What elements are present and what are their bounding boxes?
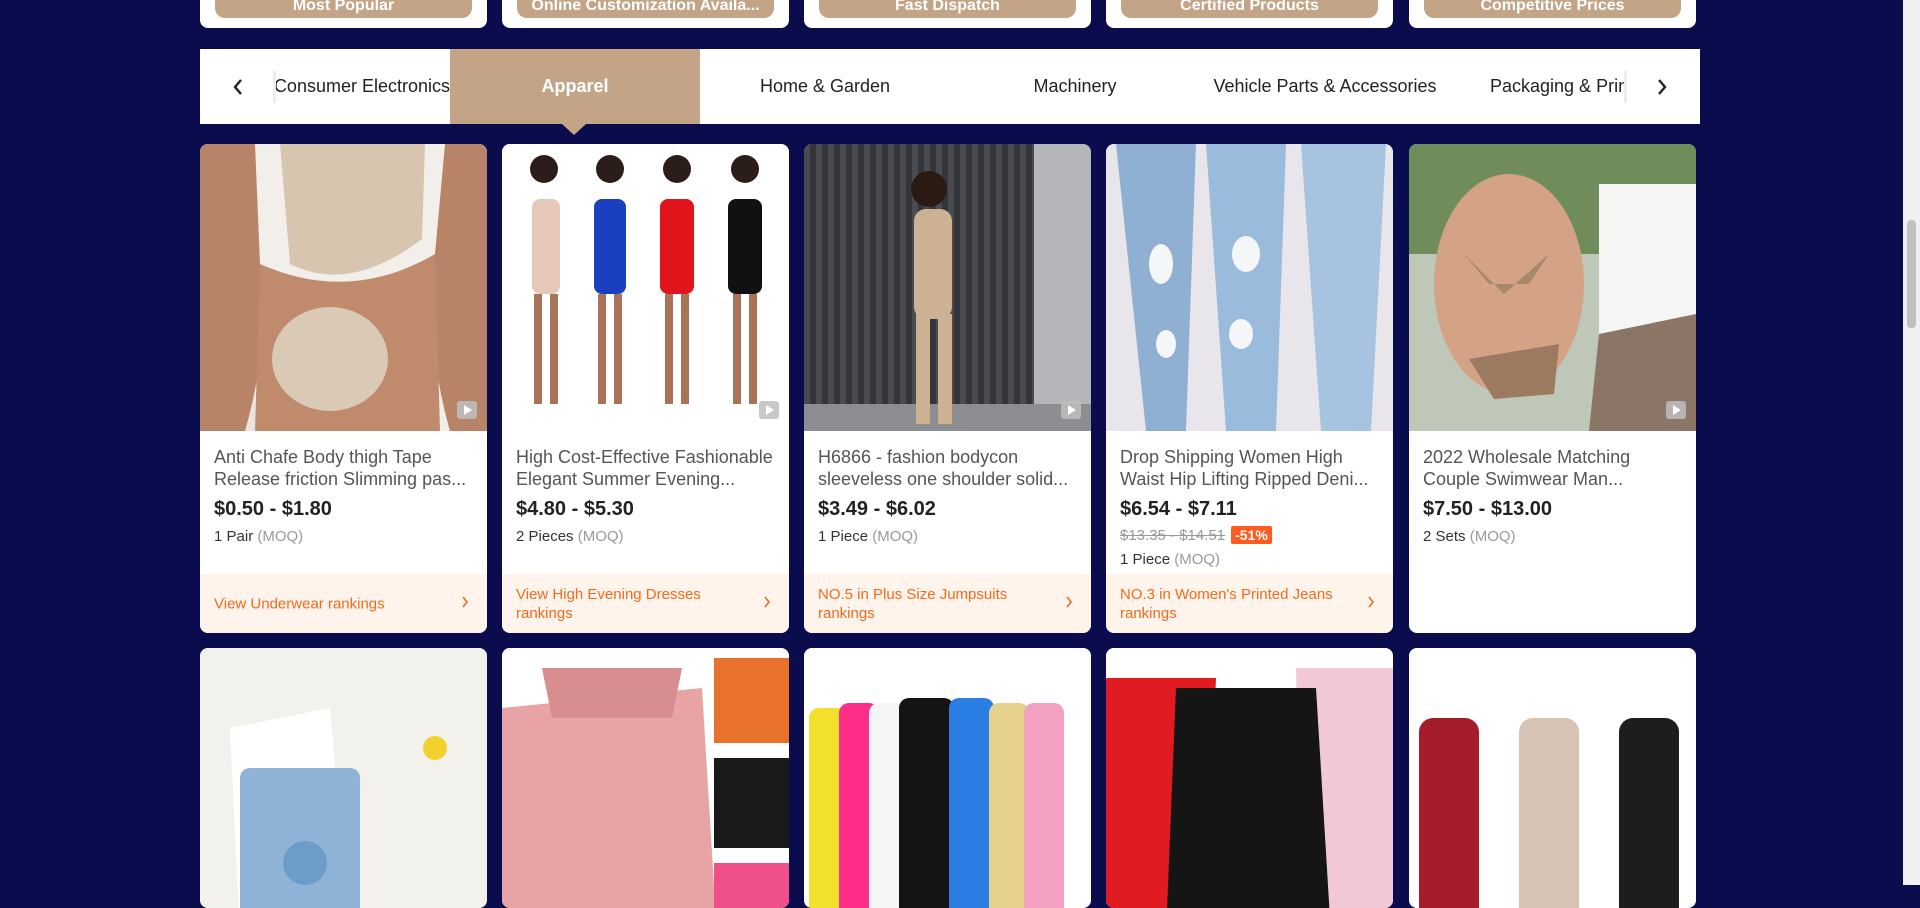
product-price: $4.80 - $5.30 <box>516 498 634 520</box>
product-title[interactable]: H6866 - fashion bodycon sleeveless one s… <box>818 446 1077 490</box>
chevron-right-icon <box>1658 78 1667 95</box>
badge-card-fast-dispatch[interactable]: Fast Dispatch <box>804 0 1091 28</box>
product-card[interactable]: Drop Shipping Women High Waist Hip Lifti… <box>1106 144 1393 633</box>
product-price: $3.49 - $6.02 <box>818 498 936 520</box>
product-card[interactable]: High Cost-Effective Fashionable Elegant … <box>502 144 789 633</box>
moq-quantity: 1 Pair <box>214 528 254 545</box>
product-moq: 1 Piece (MOQ) <box>818 528 918 545</box>
scrollbar-thumb[interactable] <box>1907 220 1916 328</box>
product-image[interactable] <box>804 144 1091 431</box>
product-image[interactable] <box>502 648 789 908</box>
product-image[interactable] <box>1409 648 1696 908</box>
next-category-button[interactable] <box>1624 49 1700 124</box>
ranking-link[interactable]: View Underwear rankings <box>200 574 487 633</box>
product-image[interactable] <box>804 648 1091 908</box>
prev-category-button[interactable] <box>200 49 276 124</box>
ranking-link[interactable]: View High Evening Dresses rankings <box>502 574 789 633</box>
product-image[interactable] <box>1106 648 1393 908</box>
moq-quantity: 2 Pieces <box>516 528 574 545</box>
original-price-row: $13.35 - $14.51 -51% <box>1120 526 1272 544</box>
product-image[interactable] <box>1409 144 1696 431</box>
product-moq: 2 Sets (MOQ) <box>1423 528 1516 545</box>
video-icon[interactable] <box>457 401 477 419</box>
tab-home-garden[interactable]: Home & Garden <box>700 49 950 124</box>
chevron-left-icon <box>233 78 242 95</box>
discount-badge: -51% <box>1231 526 1272 544</box>
product-image[interactable] <box>502 144 789 431</box>
product-moq: 1 Piece (MOQ) <box>1120 551 1220 568</box>
moq-unit: (MOQ) <box>1469 528 1516 545</box>
video-icon[interactable] <box>1061 401 1081 419</box>
chevron-right-icon <box>1368 596 1375 608</box>
product-image[interactable] <box>1106 144 1393 431</box>
product-price: $0.50 - $1.80 <box>214 498 332 520</box>
video-icon[interactable] <box>759 401 779 419</box>
badge-card-online-customization[interactable]: Online Customization Availa... <box>502 0 789 28</box>
product-card[interactable] <box>1106 648 1393 908</box>
tab-vehicle-parts[interactable]: Vehicle Parts & Accessories <box>1200 49 1450 124</box>
badge-label: Certified Products <box>1121 0 1378 18</box>
product-card[interactable]: H6866 - fashion bodycon sleeveless one s… <box>804 144 1091 633</box>
product-title[interactable]: Anti Chafe Body thigh Tape Release frict… <box>214 446 473 490</box>
product-moq: 2 Pieces (MOQ) <box>516 528 624 545</box>
ranking-label: View Underwear rankings <box>214 595 385 612</box>
badge-card-most-popular[interactable]: Most Popular <box>200 0 487 28</box>
category-tab-bar: Consumer Electronics Apparel Home & Gard… <box>200 49 1700 124</box>
badge-card-certified-products[interactable]: Certified Products <box>1106 0 1393 28</box>
moq-unit: (MOQ) <box>257 528 304 545</box>
badge-label: Online Customization Availa... <box>517 0 774 18</box>
badge-card-competitive-prices[interactable]: Competitive Prices <box>1409 0 1696 28</box>
product-image[interactable] <box>200 648 487 908</box>
chevron-right-icon <box>764 596 771 608</box>
product-card[interactable] <box>502 648 789 908</box>
product-card[interactable]: 2022 Wholesale Matching Couple Swimwear … <box>1409 144 1696 633</box>
chevron-right-icon <box>1066 596 1073 608</box>
badge-label: Competitive Prices <box>1424 0 1681 18</box>
active-tab-pointer <box>562 124 586 135</box>
ranking-link[interactable]: NO.5 in Plus Size Jumpsuits rankings <box>804 574 1091 633</box>
product-moq: 1 Pair (MOQ) <box>214 528 303 545</box>
moq-unit: (MOQ) <box>577 528 624 545</box>
product-card[interactable] <box>200 648 487 908</box>
moq-quantity: 1 Piece <box>818 528 869 545</box>
product-title[interactable]: Drop Shipping Women High Waist Hip Lifti… <box>1120 446 1379 490</box>
product-title[interactable]: High Cost-Effective Fashionable Elegant … <box>516 446 775 490</box>
moq-unit: (MOQ) <box>872 528 919 545</box>
ranking-label: NO.3 in Women's Printed Jeans rankings <box>1120 585 1333 622</box>
badge-label: Fast Dispatch <box>819 0 1076 18</box>
moq-quantity: 1 Piece <box>1120 551 1171 568</box>
original-price: $13.35 - $14.51 <box>1120 526 1226 544</box>
ranking-link[interactable]: NO.3 in Women's Printed Jeans rankings <box>1106 574 1393 633</box>
ranking-label: NO.5 in Plus Size Jumpsuits rankings <box>818 585 1008 622</box>
product-image[interactable] <box>200 144 487 431</box>
product-card[interactable] <box>804 648 1091 908</box>
tab-apparel[interactable]: Apparel <box>450 49 700 124</box>
product-card[interactable]: Anti Chafe Body thigh Tape Release frict… <box>200 144 487 633</box>
product-card[interactable] <box>1409 648 1696 908</box>
product-price: $7.50 - $13.00 <box>1423 498 1552 520</box>
ranking-label: View High Evening Dresses rankings <box>516 585 701 622</box>
product-price: $6.54 - $7.11 <box>1120 498 1237 520</box>
moq-unit: (MOQ) <box>1174 551 1221 568</box>
chevron-right-icon <box>462 596 469 608</box>
video-icon[interactable] <box>1666 401 1686 419</box>
badge-label: Most Popular <box>215 0 472 18</box>
page-scrollbar[interactable] <box>1903 0 1920 885</box>
tab-machinery[interactable]: Machinery <box>950 49 1200 124</box>
product-title[interactable]: 2022 Wholesale Matching Couple Swimwear … <box>1423 446 1682 490</box>
moq-quantity: 2 Sets <box>1423 528 1466 545</box>
